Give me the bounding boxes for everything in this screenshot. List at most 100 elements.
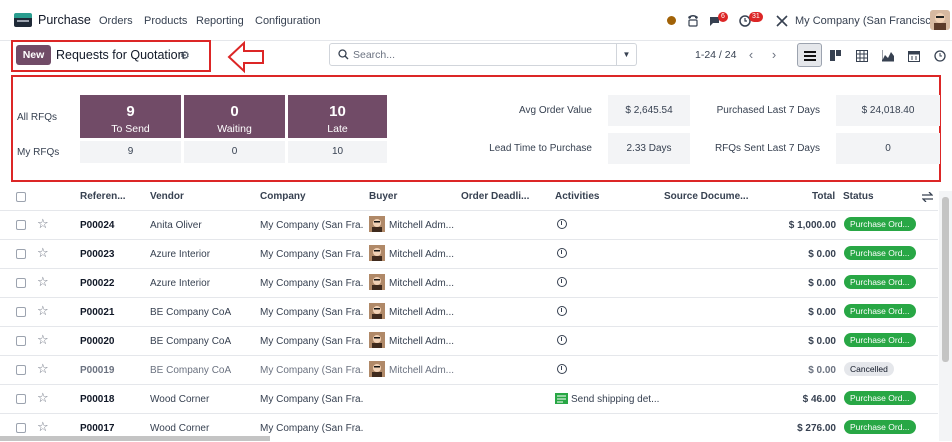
activity-clock-icon[interactable] (557, 306, 567, 316)
menu-orders[interactable]: Orders (99, 15, 133, 27)
pivot-view-button[interactable] (849, 43, 874, 67)
my-waiting[interactable]: 0 (184, 141, 285, 163)
cell-company: My Company (San Fra... (260, 220, 364, 231)
priority-star-icon[interactable]: ☆ (37, 274, 49, 290)
tile-to-send[interactable]: 9 To Send (80, 95, 181, 138)
cell-vendor: BE Company CoA (150, 307, 232, 318)
user-avatar[interactable] (930, 10, 950, 30)
menu-products[interactable]: Products (144, 15, 187, 27)
col-buyer[interactable]: Buyer (369, 191, 397, 202)
calendar-view-button[interactable] (901, 43, 926, 67)
status-badge: Purchase Ord... (844, 391, 916, 405)
row-checkbox[interactable] (16, 336, 26, 346)
row-checkbox[interactable] (16, 307, 26, 317)
cell-activity[interactable]: Send shipping det... (571, 394, 666, 405)
priority-star-icon[interactable]: ☆ (37, 216, 49, 232)
activity-badge: 31 (749, 12, 763, 22)
table-row[interactable]: ☆ P00023 Azure Interior My Company (San Fra… (0, 239, 938, 268)
search-input[interactable]: Search... (353, 49, 395, 61)
buyer-avatar (369, 361, 385, 377)
table-row[interactable]: ☆ P00021 BE Company CoA My Company (San Fra… (0, 297, 938, 326)
menu-reporting[interactable]: Reporting (196, 15, 244, 27)
row-checkbox[interactable] (16, 220, 26, 230)
table-row[interactable]: ☆ P00022 Azure Interior My Company (San Fra… (0, 268, 938, 297)
tile-late-label: Late (327, 123, 348, 135)
table-row[interactable]: ☆ P00019 BE Company CoA My Company (San Fra… (0, 355, 938, 384)
col-order-deadline[interactable]: Order Deadli... (461, 191, 529, 202)
graph-view-button[interactable] (875, 43, 900, 67)
pager-value[interactable]: 1-24 / 24 (695, 49, 736, 61)
col-total[interactable]: Total (812, 191, 835, 202)
my-late[interactable]: 10 (288, 141, 387, 163)
tools-icon[interactable] (775, 12, 789, 28)
priority-star-icon[interactable]: ☆ (37, 361, 49, 377)
highlight-box-title (11, 40, 211, 72)
status-badge: Purchase Ord... (844, 217, 916, 231)
calendar-icon (908, 51, 920, 62)
col-status[interactable]: Status (843, 191, 874, 202)
cell-reference: P00023 (80, 249, 115, 260)
activity-clock-icon[interactable] (557, 364, 567, 374)
row-checkbox[interactable] (16, 249, 26, 259)
tile-late-value: 10 (329, 103, 346, 120)
search-bar[interactable]: Search... ▼ (329, 43, 637, 66)
priority-star-icon[interactable]: ☆ (37, 245, 49, 261)
tile-waiting[interactable]: 0 Waiting (184, 95, 285, 138)
col-company[interactable]: Company (260, 191, 306, 202)
table-row[interactable]: ☆ P00024 Anita Oliver My Company (San Fra..… (0, 210, 938, 239)
row-checkbox[interactable] (16, 423, 26, 433)
phone-icon[interactable] (686, 12, 700, 28)
status-dot-icon[interactable] (667, 16, 676, 25)
priority-star-icon[interactable]: ☆ (37, 390, 49, 406)
chat-badge: 6 (718, 12, 728, 22)
kpi-purchased-label: Purchased Last 7 Days (716, 105, 820, 116)
pager-previous-button[interactable]: ‹ (740, 45, 762, 65)
priority-star-icon[interactable]: ☆ (37, 303, 49, 319)
vertical-scrollbar[interactable] (939, 191, 952, 441)
cell-buyer: Mitchell Adm... (389, 220, 455, 231)
activity-clock-icon[interactable] (557, 219, 567, 229)
horizontal-scrollbar[interactable] (0, 436, 270, 441)
cell-vendor: Azure Interior (150, 249, 211, 260)
priority-star-icon[interactable]: ☆ (37, 419, 49, 435)
kanban-view-button[interactable] (823, 43, 848, 67)
col-vendor[interactable]: Vendor (150, 191, 184, 202)
app-name[interactable]: Purchase (38, 13, 91, 27)
cell-reference: P00021 (80, 307, 115, 318)
list-icon (804, 51, 816, 61)
activity-clock-icon[interactable] (557, 277, 567, 287)
tile-waiting-value: 0 (230, 103, 239, 120)
list-view-button[interactable] (797, 43, 822, 67)
col-reference[interactable]: Referen... (80, 191, 126, 202)
cell-buyer: Mitchell Adm... (389, 249, 455, 260)
search-dropdown-toggle[interactable]: ▼ (616, 44, 636, 65)
col-activities[interactable]: Activities (555, 191, 599, 202)
priority-star-icon[interactable]: ☆ (37, 332, 49, 348)
row-checkbox[interactable] (16, 394, 26, 404)
cell-company: My Company (San Fra... (260, 365, 364, 376)
buyer-avatar (369, 245, 385, 261)
purchase-app-icon[interactable] (14, 13, 32, 27)
kpi-avg-order-value: $ 2,645.54 (608, 95, 690, 126)
col-source-document[interactable]: Source Docume... (664, 191, 748, 202)
area-chart-icon (882, 50, 894, 62)
activity-clock-icon[interactable] (557, 248, 567, 258)
optional-columns-icon[interactable] (922, 192, 933, 202)
tile-to-send-value: 9 (126, 103, 135, 120)
pager-next-button[interactable]: › (763, 45, 785, 65)
company-switcher[interactable]: My Company (San Francisco) (795, 15, 941, 27)
cell-vendor: Anita Oliver (150, 220, 202, 231)
row-checkbox[interactable] (16, 365, 26, 375)
activity-view-button[interactable] (927, 43, 952, 67)
my-to-send[interactable]: 9 (80, 141, 181, 163)
email-activity-icon[interactable] (555, 393, 568, 404)
table-row[interactable]: ☆ P00020 BE Company CoA My Company (San Fra… (0, 326, 938, 355)
my-rfqs-label: My RFQs (17, 147, 60, 158)
select-all-checkbox[interactable] (16, 192, 26, 202)
activity-clock-icon[interactable] (557, 335, 567, 345)
table-row[interactable]: ☆ P00018 Wood Corner My Company (San Fra...… (0, 384, 938, 413)
tile-late[interactable]: 10 Late (288, 95, 387, 138)
row-checkbox[interactable] (16, 278, 26, 288)
status-badge: Cancelled (844, 362, 894, 376)
menu-configuration[interactable]: Configuration (255, 15, 320, 27)
